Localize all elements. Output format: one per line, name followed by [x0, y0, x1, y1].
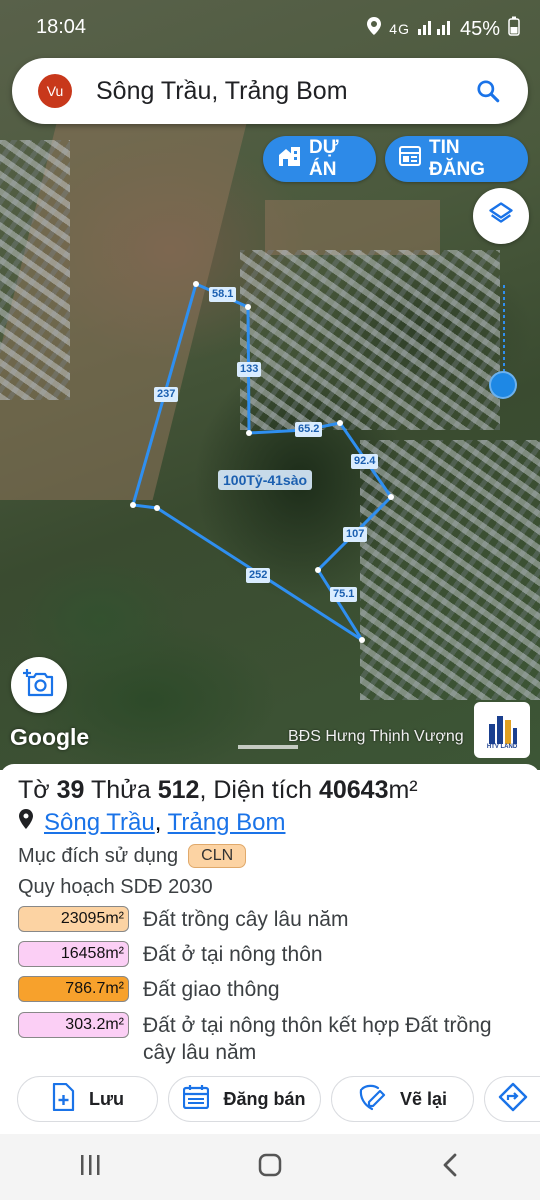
- camera-plus-icon: [23, 668, 55, 703]
- parcel-number: 512: [157, 776, 200, 804]
- land-use-purpose: Mục đích sử dụng CLN: [18, 844, 247, 868]
- address-separator: ,: [154, 808, 162, 836]
- home-button[interactable]: [240, 1142, 300, 1192]
- listings-button[interactable]: TIN ĐĂNG: [385, 136, 528, 182]
- directions-icon: [498, 1082, 528, 1117]
- edge-length-label: 75.1: [330, 587, 358, 602]
- plan-item: 786.7m² Đất giao thông: [18, 976, 503, 1003]
- location-icon: [367, 17, 382, 41]
- status-bar: 18:04 4G 45%: [0, 0, 540, 54]
- plan-land-type: Đất trồng cây lâu năm: [143, 908, 349, 931]
- recent-apps-icon: [79, 1154, 101, 1181]
- signal-icon: [417, 18, 452, 41]
- parcel-price-area-label[interactable]: 100Tỷ-41sào: [218, 470, 313, 490]
- battery-level: 45%: [459, 17, 500, 40]
- ward-link[interactable]: Sông Trầu: [44, 809, 155, 836]
- plan-item: 303.2m² Đất ở tại nông thôn kết hợp Đất …: [18, 1012, 503, 1066]
- edge-length-label: 92.4: [351, 454, 379, 469]
- drag-handle[interactable]: [489, 371, 517, 399]
- listing-icon: [399, 146, 421, 172]
- save-button[interactable]: Lưu: [17, 1076, 158, 1122]
- avatar[interactable]: Vu: [38, 74, 72, 108]
- edge-length-label: 65.2: [295, 422, 323, 437]
- projects-label: DỰ ÁN: [309, 137, 339, 180]
- recent-apps-button[interactable]: [60, 1142, 120, 1192]
- plan-area: 786.7m²: [18, 976, 129, 1002]
- search-icon[interactable]: [468, 71, 508, 111]
- edge-length-label: 107: [343, 527, 368, 542]
- parcel-title: Tờ 39 Thửa 512, Diện tích 40643m²: [18, 776, 418, 805]
- redraw-button[interactable]: Vẽ lại: [331, 1076, 474, 1122]
- plan-area: 23095m²: [18, 906, 129, 932]
- map-watermark: BĐS Hưng Thịnh Vượng: [288, 728, 464, 745]
- back-button[interactable]: [420, 1142, 480, 1192]
- network-type: 4G: [389, 21, 410, 37]
- add-photo-button[interactable]: [11, 657, 67, 713]
- sheet-label: Tờ: [18, 776, 50, 804]
- projects-button[interactable]: DỰ ÁN: [263, 136, 376, 182]
- redraw-label: Vẽ lại: [399, 1088, 448, 1109]
- system-nav-bar: [0, 1134, 540, 1200]
- plan-title: Quy hoạch SDĐ 2030: [18, 876, 213, 898]
- sheet-number: 39: [56, 776, 85, 804]
- plan-land-type: Đất ở tại nông thôn: [143, 943, 323, 966]
- parcel-address: Sông Trầu, Trảng Bom: [18, 808, 285, 837]
- area-value: 40643: [318, 776, 389, 804]
- plan-land-type: Đất giao thông: [143, 978, 280, 1001]
- edge-length-label: 237: [154, 387, 179, 402]
- draw-shape-icon: [358, 1083, 386, 1116]
- edge-length-label: 58.1: [209, 287, 237, 302]
- building-icon: [277, 145, 301, 173]
- post-for-sale-button[interactable]: Đăng bán: [168, 1076, 321, 1122]
- satellite-map[interactable]: 58.1 133 237 65.2 92.4 107 252 75.1 100T…: [0, 0, 540, 770]
- back-icon: [442, 1153, 458, 1182]
- plan-area: 303.2m²: [18, 1012, 129, 1038]
- edge-length-label: 133: [237, 362, 262, 377]
- status-time: 18:04: [36, 16, 87, 38]
- directions-button[interactable]: [484, 1076, 540, 1122]
- area-label: , Diện tích: [199, 776, 312, 804]
- brand-logo-text: HTV LAND: [486, 744, 518, 750]
- listing-icon: [183, 1084, 210, 1114]
- add-file-icon: [51, 1082, 75, 1116]
- purpose-badge: CLN: [188, 844, 247, 868]
- layers-button[interactable]: [473, 188, 529, 244]
- edge-length-label: 252: [246, 568, 271, 583]
- parcel-label: Thửa: [90, 776, 151, 804]
- location-pin-icon: [18, 808, 34, 837]
- save-label: Lưu: [88, 1088, 125, 1109]
- listings-label: TIN ĐĂNG: [429, 137, 485, 180]
- district-link[interactable]: Trảng Bom: [168, 809, 286, 836]
- home-icon: [258, 1153, 282, 1182]
- plan-item: 16458m² Đất ở tại nông thôn: [18, 941, 503, 968]
- post-for-sale-label: Đăng bán: [223, 1088, 306, 1109]
- search-bar[interactable]: Vu Sông Trầu, Trảng Bom: [12, 58, 528, 124]
- plan-area: 16458m²: [18, 941, 129, 967]
- layers-icon: [487, 200, 515, 233]
- plan-land-type: Đất ở tại nông thôn kết hợp Đất trồng câ…: [143, 1014, 492, 1064]
- plan-item: 23095m² Đất trồng cây lâu năm: [18, 906, 503, 933]
- area-unit: m²: [388, 776, 418, 804]
- google-logo: Google: [10, 724, 90, 750]
- action-bar: Lưu Đăng bán Vẽ lại: [0, 1076, 540, 1124]
- battery-icon: [508, 16, 520, 42]
- search-query[interactable]: Sông Trầu, Trảng Bom: [96, 77, 468, 106]
- purpose-label: Mục đích sử dụng: [18, 844, 179, 867]
- brand-logo: HTV LAND: [474, 702, 530, 758]
